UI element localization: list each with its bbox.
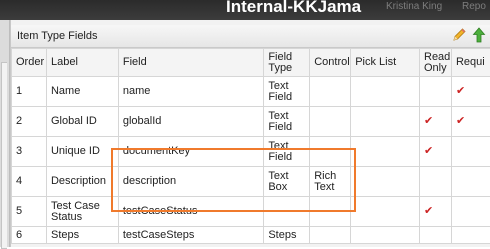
cell-control [310, 137, 351, 167]
cell-pick-list [351, 167, 420, 197]
cell-order: 1 [12, 77, 47, 107]
required-check-icon: ✔ [451, 107, 490, 137]
arrow-up-icon[interactable] [472, 27, 486, 43]
table-row[interactable]: 5 Test Case Status testCaseStatus ✔ [12, 197, 490, 227]
cell-pick-list [351, 137, 420, 167]
cell-field: documentKey [118, 137, 263, 167]
table-row[interactable]: 6 Steps testCaseSteps Steps [12, 227, 490, 244]
cell-field: description [118, 167, 263, 197]
read-only-check-icon [420, 227, 452, 244]
user-name-link[interactable]: Kristina King [386, 1, 442, 12]
table-row[interactable]: 3 Unique ID documentKey Text Field ✔ [12, 137, 490, 167]
left-panel-tab [1, 62, 7, 249]
column-header-read-only[interactable]: Read Only [420, 49, 452, 77]
read-only-check-icon: ✔ [420, 197, 452, 227]
cell-order: 4 [12, 167, 47, 197]
top-bar: Internal-KKJama Kristina King Repo [0, 0, 490, 20]
cell-field-type [264, 197, 310, 227]
column-header-field[interactable]: Field [118, 49, 263, 77]
panel-title: Item Type Fields [17, 30, 98, 42]
cell-control: Rich Text [310, 167, 351, 197]
required-check-icon: ✔ [451, 77, 490, 107]
left-panel-edge [0, 20, 10, 247]
column-header-pick-list[interactable]: Pick List [351, 49, 420, 77]
cell-field: globalId [118, 107, 263, 137]
read-only-check-icon [420, 167, 452, 197]
column-header-control[interactable]: Control [310, 49, 351, 77]
cell-field: name [118, 77, 263, 107]
table-row[interactable]: 2 Global ID globalId Text Field ✔ ✔ [12, 107, 490, 137]
cell-field-type: Steps [264, 227, 310, 244]
cell-pick-list [351, 77, 420, 107]
cell-order: 3 [12, 137, 47, 167]
required-check-icon [451, 167, 490, 197]
cell-order: 6 [12, 227, 47, 244]
table-row[interactable]: 1 Name name Text Field ✔ [12, 77, 490, 107]
cell-label: Global ID [46, 107, 118, 137]
cell-field: testCaseStatus [118, 197, 263, 227]
cell-control [310, 197, 351, 227]
cell-field-type: Text Field [264, 107, 310, 137]
column-header-field-type[interactable]: Field Type [264, 49, 310, 77]
table-row-selected[interactable]: 4 Description description Text Box Rich … [12, 167, 490, 197]
cell-field: testCaseSteps [118, 227, 263, 244]
cell-field-type: Text Field [264, 77, 310, 107]
cell-field-type: Text Field [264, 137, 310, 167]
cell-pick-list [351, 227, 420, 244]
cell-control [310, 77, 351, 107]
pencil-icon[interactable] [451, 27, 467, 43]
column-header-required[interactable]: Requi [451, 49, 490, 77]
cell-label: Name [46, 77, 118, 107]
cell-label: Unique ID [46, 137, 118, 167]
panel-header: Item Type Fields [11, 25, 490, 48]
cell-label: Steps [46, 227, 118, 244]
cell-order: 2 [12, 107, 47, 137]
required-check-icon [451, 197, 490, 227]
cell-pick-list [351, 107, 420, 137]
cell-label: Test Case Status [46, 197, 118, 227]
cell-control [310, 227, 351, 244]
reports-link[interactable]: Repo [462, 1, 486, 12]
read-only-check-icon [420, 77, 452, 107]
cell-order: 5 [12, 197, 47, 227]
project-title: Internal-KKJama [226, 0, 361, 17]
read-only-check-icon: ✔ [420, 137, 452, 167]
cell-field-type: Text Box [264, 167, 310, 197]
column-header-order[interactable]: Order [12, 49, 47, 77]
item-type-fields-panel: Item Type Fields Order Label Field [10, 20, 490, 247]
fields-table: Order Label Field Field Type Control Pic… [11, 48, 490, 244]
read-only-check-icon: ✔ [420, 107, 452, 137]
cell-control [310, 107, 351, 137]
required-check-icon [451, 137, 490, 167]
cell-pick-list [351, 197, 420, 227]
required-check-icon [451, 227, 490, 244]
cell-label: Description [46, 167, 118, 197]
table-header-row: Order Label Field Field Type Control Pic… [12, 49, 490, 77]
column-header-label[interactable]: Label [46, 49, 118, 77]
